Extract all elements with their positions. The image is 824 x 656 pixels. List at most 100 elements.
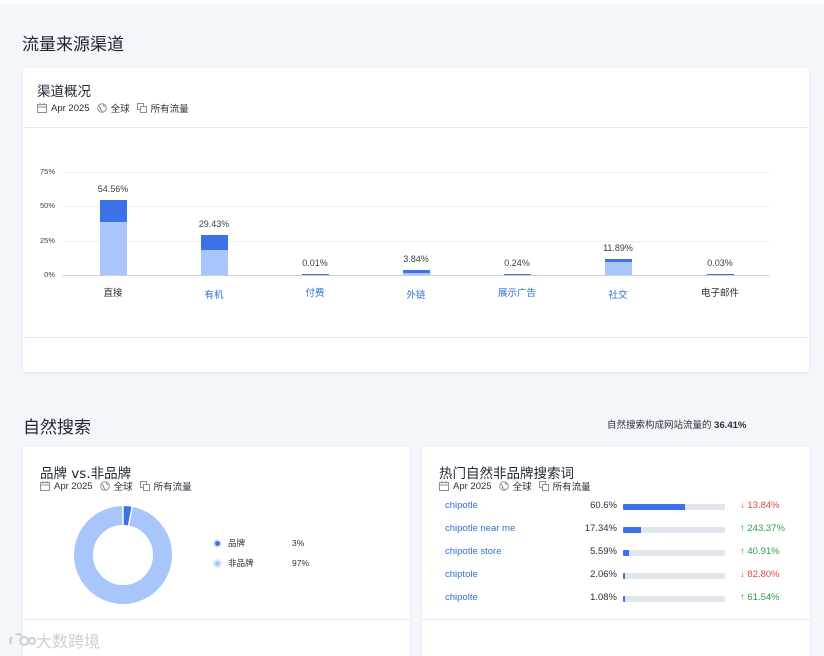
bar-segment-dark[interactable] bbox=[200, 234, 228, 250]
keyword-change: ↓ 82.80% bbox=[740, 569, 780, 580]
category-label: 电子邮件 bbox=[700, 288, 739, 299]
watermark-logo-icon bbox=[9, 633, 36, 646]
bar-value-label: 3.84% bbox=[403, 253, 429, 264]
gridline bbox=[63, 172, 769, 173]
bar-segment-light[interactable] bbox=[706, 274, 734, 275]
keyword-share-fill bbox=[623, 527, 641, 533]
keyword-change-value: 82.80% bbox=[747, 569, 780, 580]
keyword-change-value: 13.84% bbox=[747, 500, 780, 511]
brand-card-footer-divider bbox=[23, 619, 410, 620]
organic-share-note: 自然搜索构成网站流量的 36.41% bbox=[607, 417, 746, 431]
keyword-list: chipotle 60.6% ↓ 13.84% chipotle near me 17.… bbox=[422, 497, 810, 617]
organic-section-title: 自然搜索 bbox=[23, 418, 91, 438]
keyword-change: ↑ 61.54% bbox=[740, 592, 780, 603]
legend-nonbrand[interactable]: 非品牌 bbox=[213, 557, 254, 569]
keyword-share: 60.6% bbox=[590, 500, 617, 511]
bar-segment-light[interactable] bbox=[604, 262, 632, 275]
bar-segment-dark[interactable] bbox=[604, 258, 632, 263]
brand-vs-nonbrand-card: 品牌 vs.非品牌 Apr 2025 全球 所有流量 品牌 3% 非品牌 97% bbox=[23, 447, 410, 656]
meta-region: 全球 bbox=[113, 482, 133, 493]
bar-segment-light[interactable] bbox=[99, 221, 127, 275]
keyword-change: ↑ 243.37% bbox=[740, 523, 785, 534]
legend-dot-nonbrand bbox=[213, 558, 222, 568]
meta-date: Apr 2025 bbox=[54, 480, 93, 492]
keyword-share-bar bbox=[623, 573, 725, 579]
calendar-icon bbox=[37, 103, 47, 113]
keyword-row: chiptole 2.06% ↓ 82.80% bbox=[422, 566, 810, 586]
keyword-share-bar bbox=[623, 596, 725, 602]
x-axis-line bbox=[63, 275, 769, 276]
bar-segment-dark[interactable] bbox=[99, 200, 127, 222]
y-tick-label: 0% bbox=[44, 270, 55, 279]
category-label[interactable]: 付费 bbox=[280, 285, 350, 299]
keyword-share-fill bbox=[623, 596, 626, 602]
bar-value-label: 29.43% bbox=[198, 218, 230, 229]
keywords-card-footer-divider bbox=[422, 619, 810, 620]
watermark-text: 大数跨境 bbox=[36, 632, 101, 651]
bar-value-label: 0.24% bbox=[504, 258, 530, 269]
category-label[interactable]: 有机 bbox=[179, 287, 249, 301]
gridline bbox=[63, 240, 769, 242]
organic-share-note-prefix: 自然搜索构成网站流量的 bbox=[607, 420, 712, 431]
keyword-change-value: 40.91% bbox=[747, 546, 780, 557]
globe-icon bbox=[498, 481, 509, 491]
channel-bar-chart: 75% 50% 25% 0% 54.56% 直接 29.43% 有机 0.01% 付费 3.84% 外… bbox=[23, 128, 809, 308]
bar-segment-light[interactable] bbox=[200, 249, 228, 275]
keyword-share-fill bbox=[623, 573, 626, 579]
keyword-link[interactable]: chipotle store bbox=[445, 546, 502, 557]
meta-traffic-type: 所有流量 bbox=[552, 482, 591, 493]
keyword-share: 1.08% bbox=[590, 592, 617, 603]
bar-segment-light[interactable] bbox=[301, 274, 329, 275]
keyword-share: 5.59% bbox=[590, 546, 617, 557]
calendar-icon bbox=[439, 481, 449, 491]
bar-segment-light[interactable] bbox=[402, 272, 430, 275]
channel-overview-meta: Apr 2025 全球 所有流量 bbox=[37, 101, 196, 115]
brand-donut-chart bbox=[74, 506, 172, 604]
donut-slice-nonbrand[interactable] bbox=[74, 506, 172, 604]
meta-region: 全球 bbox=[110, 104, 130, 115]
bar-segment-dark[interactable] bbox=[402, 269, 430, 273]
y-tick-label: 25% bbox=[39, 235, 55, 245]
category-label: 直接 bbox=[103, 288, 123, 299]
legend-label-nonbrand: 非品牌 bbox=[228, 558, 254, 568]
top-strip bbox=[0, 0, 824, 4]
keyword-row: chipolte 1.08% ↑ 61.54% bbox=[422, 589, 810, 609]
category-label[interactable]: 展示广告 bbox=[482, 285, 552, 299]
channel-overview-card: 渠道概况 Apr 2025 全球 所有流量 75% 50% 25% 0% 54.56% 直… bbox=[23, 68, 809, 372]
keyword-link[interactable]: chipotle bbox=[445, 500, 478, 511]
keyword-link[interactable]: chipolte bbox=[445, 592, 478, 603]
traffic-icon bbox=[139, 481, 150, 491]
keyword-share-bar bbox=[623, 504, 725, 510]
legend-brand[interactable]: 品牌 bbox=[213, 537, 245, 549]
y-tick-label: 75% bbox=[39, 167, 55, 176]
keyword-share-fill bbox=[623, 504, 685, 510]
meta-date: Apr 2025 bbox=[453, 480, 492, 492]
bar-segment-light[interactable] bbox=[503, 274, 531, 275]
bar-value-label: 0.01% bbox=[302, 258, 328, 269]
traffic-icon bbox=[136, 103, 147, 113]
keyword-change-value: 243.37% bbox=[747, 523, 785, 534]
legend-dot-brand bbox=[213, 538, 222, 548]
keyword-share-bar bbox=[623, 550, 725, 556]
traffic-icon bbox=[538, 481, 549, 491]
top-keywords-card: 热门自然非品牌搜索词 Apr 2025 全球 所有流量 chipotle 60.6… bbox=[422, 447, 810, 656]
brand-card-meta: Apr 2025 全球 所有流量 bbox=[40, 479, 199, 493]
meta-date: Apr 2025 bbox=[51, 102, 90, 114]
keyword-change-value: 61.54% bbox=[747, 592, 780, 603]
meta-traffic-type: 所有流量 bbox=[153, 482, 192, 493]
keyword-link[interactable]: chiptole bbox=[445, 569, 478, 580]
keyword-row: chipotle 60.6% ↓ 13.84% bbox=[422, 497, 810, 517]
globe-icon bbox=[96, 103, 107, 113]
calendar-icon bbox=[40, 481, 50, 491]
keyword-link[interactable]: chipotle near me bbox=[445, 523, 515, 534]
keyword-share: 17.34% bbox=[584, 523, 617, 534]
category-label[interactable]: 社交 bbox=[583, 287, 653, 301]
keyword-change: ↓ 13.84% bbox=[740, 500, 780, 511]
keyword-share: 2.06% bbox=[590, 569, 617, 580]
category-label[interactable]: 外链 bbox=[381, 287, 451, 301]
bar-value-label: 0.03% bbox=[707, 258, 733, 269]
keyword-change: ↑ 40.91% bbox=[740, 546, 780, 557]
legend-label-brand: 品牌 bbox=[228, 538, 246, 548]
legend-value-nonbrand: 97% bbox=[292, 558, 310, 568]
keyword-share-bar bbox=[623, 527, 725, 533]
